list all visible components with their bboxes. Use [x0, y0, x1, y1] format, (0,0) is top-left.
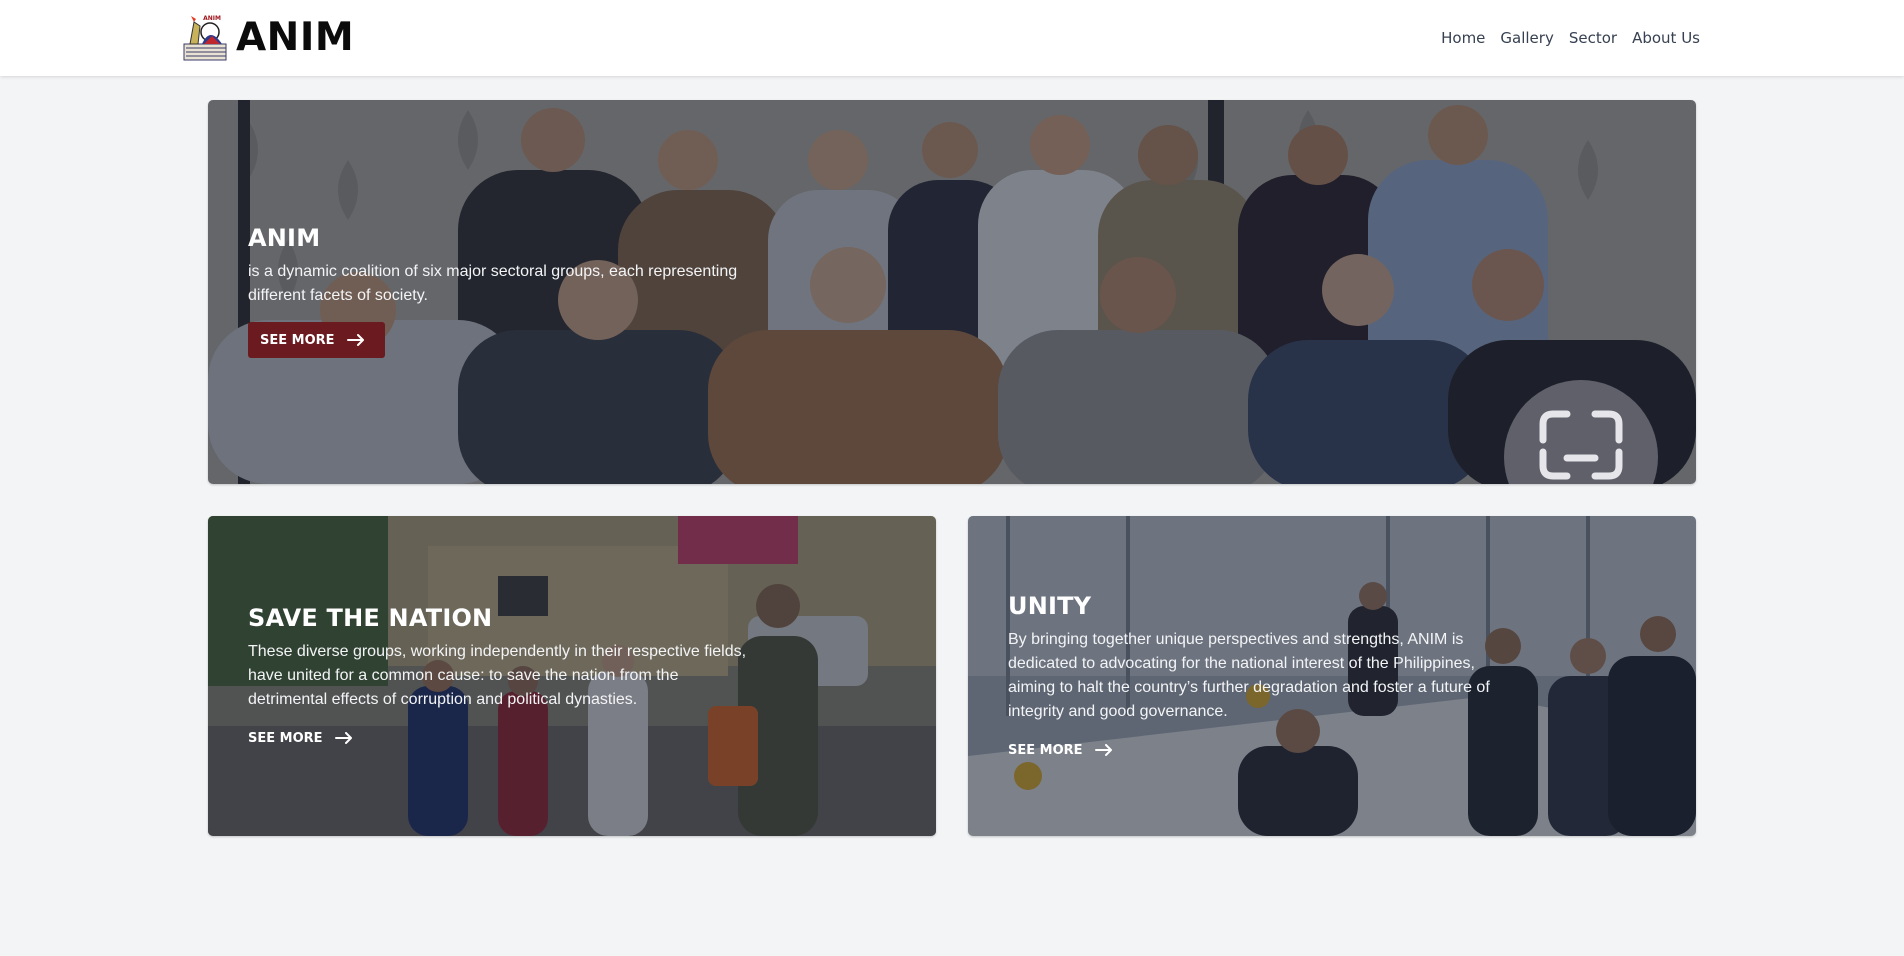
unity-see-more-link[interactable]: SEE MORE — [1008, 738, 1113, 762]
anim-logo-icon: ANIM — [182, 14, 230, 62]
save-the-nation-content: SAVE THE NATION These diverse groups, wo… — [248, 602, 758, 750]
svg-text:ANIM: ANIM — [203, 15, 221, 22]
nav-sector[interactable]: Sector — [1569, 26, 1617, 50]
nav-gallery[interactable]: Gallery — [1500, 26, 1553, 50]
main-nav: Home Gallery Sector About Us — [1441, 26, 1700, 50]
save-the-nation-description: These diverse groups, working independen… — [248, 643, 747, 708]
save-the-nation-see-more-link[interactable]: SEE MORE — [248, 726, 353, 750]
save-the-nation-card: SAVE THE NATION These diverse groups, wo… — [208, 516, 936, 836]
unity-content: UNITY By bringing together unique perspe… — [1008, 590, 1518, 762]
arrow-right-icon — [1094, 744, 1112, 756]
save-the-nation-see-more-label: SEE MORE — [248, 730, 323, 746]
hero-see-more-label: SEE MORE — [260, 332, 335, 348]
hero-see-more-button[interactable]: SEE MORE — [248, 322, 385, 358]
hero-content: ANIM is a dynamic coalition of six major… — [248, 222, 788, 358]
hero-description: is a dynamic coalition of six major sect… — [248, 263, 738, 304]
unity-description: By bringing together unique perspectives… — [1008, 631, 1490, 720]
hero-card: ANIM is a dynamic coalition of six major… — [208, 100, 1696, 484]
arrow-right-icon — [346, 334, 364, 346]
unity-title: UNITY — [1008, 592, 1092, 620]
face-scan-icon — [1539, 410, 1623, 480]
top-navbar: ANIM ANIM Home Gallery Sector About Us — [0, 0, 1904, 76]
arrow-right-icon — [334, 732, 352, 744]
unity-see-more-label: SEE MORE — [1008, 742, 1083, 758]
brand[interactable]: ANIM ANIM — [182, 14, 354, 62]
save-the-nation-title: SAVE THE NATION — [248, 604, 493, 632]
unity-card: UNITY By bringing together unique perspe… — [968, 516, 1696, 836]
nav-about-us[interactable]: About Us — [1632, 26, 1700, 50]
nav-home[interactable]: Home — [1441, 26, 1485, 50]
brand-name: ANIM — [236, 15, 355, 60]
hero-title: ANIM — [248, 224, 321, 252]
